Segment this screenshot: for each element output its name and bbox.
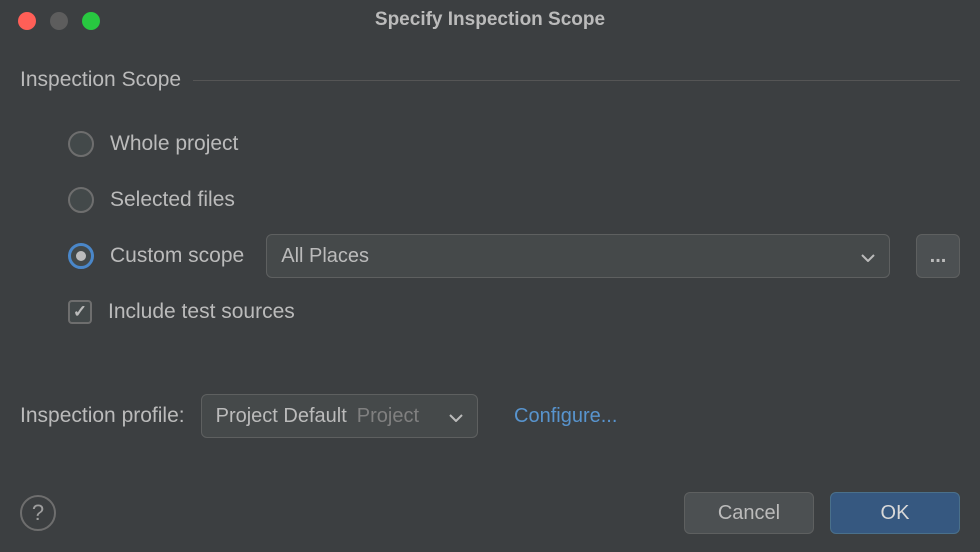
- include-test-sources-row[interactable]: Include test sources: [68, 284, 960, 340]
- inspection-profile-label: Inspection profile:: [20, 404, 185, 428]
- include-test-sources-checkbox[interactable]: [68, 300, 92, 324]
- browse-scopes-button[interactable]: ...: [916, 234, 960, 278]
- inspection-profile-row: Inspection profile: Project Default Proj…: [20, 394, 960, 438]
- radio-selected-files[interactable]: [68, 187, 94, 213]
- section-label: Inspection Scope: [20, 68, 181, 92]
- dialog-footer: ? Cancel OK: [20, 492, 960, 534]
- include-test-sources-label: Include test sources: [108, 300, 295, 324]
- radio-label-selected-files: Selected files: [110, 188, 235, 212]
- titlebar: Specify Inspection Scope: [0, 0, 980, 40]
- radio-label-whole-project: Whole project: [110, 132, 238, 156]
- cancel-button[interactable]: Cancel: [684, 492, 814, 534]
- ok-button[interactable]: OK: [830, 492, 960, 534]
- radio-row-custom-scope[interactable]: Custom scope All Places ...: [68, 228, 960, 284]
- radio-whole-project[interactable]: [68, 131, 94, 157]
- custom-scope-value: All Places: [281, 245, 369, 268]
- window-controls: [18, 12, 100, 30]
- profile-select-primary: Project Default: [216, 405, 347, 428]
- close-window-button[interactable]: [18, 12, 36, 30]
- inspection-profile-select[interactable]: Project Default Project: [201, 394, 478, 438]
- section-header: Inspection Scope: [20, 68, 960, 92]
- radio-label-custom-scope: Custom scope: [110, 244, 244, 268]
- radio-row-selected-files[interactable]: Selected files: [68, 172, 960, 228]
- dialog-title: Specify Inspection Scope: [375, 9, 605, 31]
- radio-row-whole-project[interactable]: Whole project: [68, 116, 960, 172]
- chevron-down-icon: [449, 406, 463, 427]
- radio-custom-scope[interactable]: [68, 243, 94, 269]
- chevron-down-icon: [861, 246, 875, 267]
- help-button[interactable]: ?: [20, 495, 56, 531]
- maximize-window-button[interactable]: [82, 12, 100, 30]
- custom-scope-select[interactable]: All Places: [266, 234, 890, 278]
- footer-buttons: Cancel OK: [684, 492, 960, 534]
- section-divider: [193, 80, 960, 81]
- profile-select-secondary: Project: [357, 405, 419, 428]
- configure-link[interactable]: Configure...: [514, 405, 617, 428]
- scope-radio-group: Whole project Selected files Custom scop…: [20, 116, 960, 340]
- minimize-window-button[interactable]: [50, 12, 68, 30]
